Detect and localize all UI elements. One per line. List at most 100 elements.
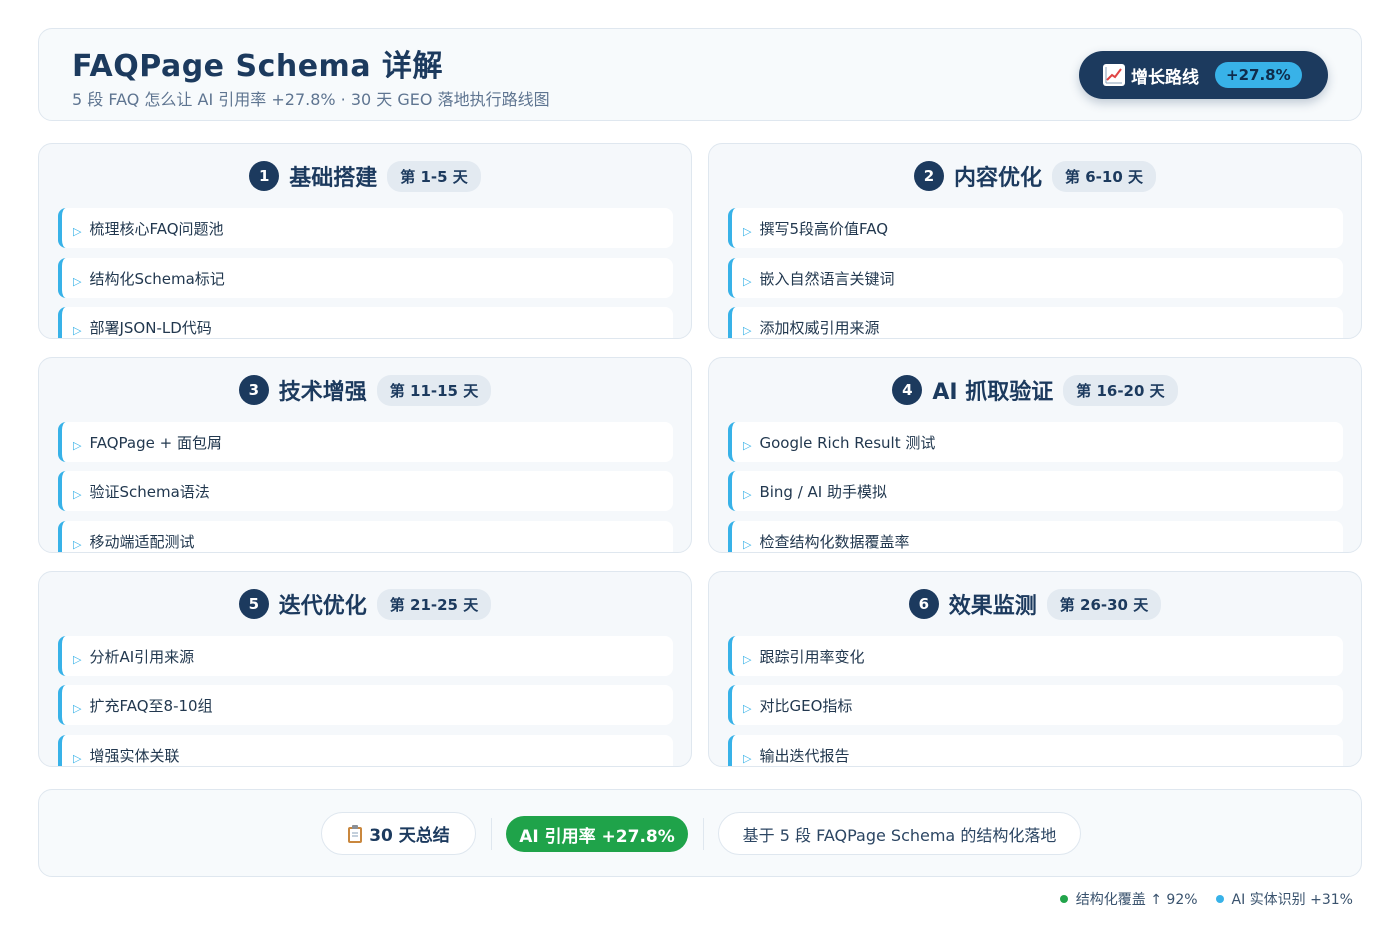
play-triangle-icon: ▷ <box>73 487 82 501</box>
legend-text: 结构化覆盖 ↑ 92% <box>1075 892 1198 908</box>
task-item: ▷ Bing / AI 助手模拟 <box>728 471 1343 511</box>
play-triangle-icon: ▷ <box>743 537 752 551</box>
phase-title: AI 抓取验证 <box>932 380 1054 405</box>
legend-item: AI 实体识别 +31% <box>1215 889 1353 909</box>
blue-dot-icon <box>1215 895 1224 903</box>
day-range-badge: 第 26-30 天 <box>1046 588 1162 620</box>
phase-card-4: 4 AI 抓取验证 第 16-20 天 ▷ Google Rich Result… <box>708 357 1362 553</box>
phase-header: 6 效果监测 第 26-30 天 <box>709 588 1361 620</box>
phase-number: 3 <box>238 375 269 405</box>
task-text: 验证Schema语法 <box>89 482 210 501</box>
growth-route-button[interactable]: 增长路线 +27.8% <box>1079 51 1328 99</box>
task-text: Bing / AI 助手模拟 <box>759 482 887 501</box>
play-triangle-icon: ▷ <box>743 487 752 501</box>
play-triangle-icon: ▷ <box>73 438 82 452</box>
play-triangle-icon: ▷ <box>743 701 752 715</box>
task-text: 部署JSON-LD代码 <box>89 318 212 337</box>
growth-value-badge: +27.8% <box>1215 62 1302 88</box>
growth-route-label: 增长路线 <box>1131 67 1199 88</box>
task-text: 输出迭代报告 <box>759 746 850 765</box>
play-triangle-icon: ▷ <box>743 751 752 765</box>
phase-number: 6 <box>908 589 939 619</box>
page-subtitle: 5 段 FAQ 怎么让 AI 引用率 +27.8% · 30 天 GEO 落地执… <box>72 90 550 109</box>
task-item: ▷ 增强实体关联 <box>58 735 673 766</box>
task-text: FAQPage + 面包屑 <box>89 433 222 452</box>
task-text: 跟踪引用率变化 <box>759 647 865 666</box>
divider <box>491 818 492 850</box>
task-text: 移动端适配测试 <box>89 532 195 551</box>
play-triangle-icon: ▷ <box>73 652 82 666</box>
citation-rate-badge: AI 引用率 +27.8% <box>506 816 688 852</box>
task-item: ▷ 嵌入自然语言关键词 <box>728 258 1343 298</box>
phase-card-6: 6 效果监测 第 26-30 天 ▷ 跟踪引用率变化 ▷ 对比GEO指标 ▷ 输… <box>708 571 1362 767</box>
play-triangle-icon: ▷ <box>73 323 82 337</box>
summary-label-pill: 30 天总结 <box>321 812 476 855</box>
task-item: ▷ 撰写5段高价值FAQ <box>728 208 1343 248</box>
metrics-legend: 结构化覆盖 ↑ 92% AI 实体识别 +31% <box>1059 889 1353 909</box>
phase-card-5: 5 迭代优化 第 21-25 天 ▷ 分析AI引用来源 ▷ 扩充FAQ至8-10… <box>38 571 692 767</box>
phase-header: 1 基础搭建 第 1-5 天 <box>39 160 691 192</box>
task-text: 增强实体关联 <box>89 746 180 765</box>
phase-number: 1 <box>249 161 280 191</box>
phase-header: 5 迭代优化 第 21-25 天 <box>39 588 691 620</box>
play-triangle-icon: ▷ <box>743 652 752 666</box>
play-triangle-icon: ▷ <box>743 438 752 452</box>
task-item: ▷ 检查结构化数据覆盖率 <box>728 521 1343 552</box>
task-item: ▷ FAQPage + 面包屑 <box>58 422 673 462</box>
phase-header: 3 技术增强 第 11-15 天 <box>39 374 691 406</box>
header-card: FAQPage Schema 详解 5 段 FAQ 怎么让 AI 引用率 +27… <box>38 28 1362 121</box>
green-dot-icon <box>1059 895 1068 903</box>
phase-card-1: 1 基础搭建 第 1-5 天 ▷ 梳理核心FAQ问题池 ▷ 结构化Schema标… <box>38 143 692 339</box>
legend-item: 结构化覆盖 ↑ 92% <box>1059 889 1198 909</box>
task-item: ▷ Google Rich Result 测试 <box>728 422 1343 462</box>
page-title: FAQPage Schema 详解 <box>72 49 444 84</box>
phase-title: 内容优化 <box>954 166 1043 191</box>
task-item: ▷ 跟踪引用率变化 <box>728 636 1343 676</box>
play-triangle-icon: ▷ <box>73 274 82 288</box>
task-item: ▷ 移动端适配测试 <box>58 521 673 552</box>
day-range-badge: 第 1-5 天 <box>387 160 481 192</box>
task-item: ▷ 结构化Schema标记 <box>58 258 673 298</box>
task-item: ▷ 梳理核心FAQ问题池 <box>58 208 673 248</box>
summary-card: 30 天总结 AI 引用率 +27.8% 基于 5 段 FAQPage Sche… <box>38 789 1362 877</box>
phase-number: 2 <box>914 161 944 191</box>
play-triangle-icon: ▷ <box>73 224 82 238</box>
phase-title: 技术增强 <box>278 380 367 405</box>
summary-label-text: 30 天总结 <box>369 826 450 846</box>
phase-header: 4 AI 抓取验证 第 16-20 天 <box>709 374 1361 406</box>
clipboard-icon <box>347 824 363 844</box>
task-item: ▷ 对比GEO指标 <box>728 685 1343 725</box>
day-range-badge: 第 21-25 天 <box>376 588 492 620</box>
day-range-badge: 第 11-15 天 <box>376 374 492 406</box>
phase-title: 效果监测 <box>948 594 1037 619</box>
task-item: ▷ 扩充FAQ至8-10组 <box>58 685 673 725</box>
day-range-badge: 第 6-10 天 <box>1052 160 1156 192</box>
task-text: 撰写5段高价值FAQ <box>759 219 889 238</box>
play-triangle-icon: ▷ <box>73 701 82 715</box>
task-item: ▷ 验证Schema语法 <box>58 471 673 511</box>
task-item: ▷ 添加权威引用来源 <box>728 307 1343 338</box>
divider <box>703 818 704 850</box>
task-text: 检查结构化数据覆盖率 <box>759 532 910 551</box>
task-text: 分析AI引用来源 <box>89 647 195 666</box>
task-text: Google Rich Result 测试 <box>759 433 936 452</box>
task-item: ▷ 输出迭代报告 <box>728 735 1343 766</box>
phase-number: 4 <box>892 375 923 405</box>
play-triangle-icon: ▷ <box>743 323 752 337</box>
play-triangle-icon: ▷ <box>73 751 82 765</box>
task-item: ▷ 分析AI引用来源 <box>58 636 673 676</box>
play-triangle-icon: ▷ <box>743 274 752 288</box>
phase-number: 5 <box>238 589 269 619</box>
task-text: 结构化Schema标记 <box>89 269 225 288</box>
play-triangle-icon: ▷ <box>743 224 752 238</box>
task-text: 嵌入自然语言关键词 <box>759 269 895 288</box>
phase-card-2: 2 内容优化 第 6-10 天 ▷ 撰写5段高价值FAQ ▷ 嵌入自然语言关键词… <box>708 143 1362 339</box>
phase-title: 迭代优化 <box>278 594 367 619</box>
task-text: 对比GEO指标 <box>759 696 853 715</box>
phase-title: 基础搭建 <box>289 166 378 191</box>
task-text: 扩充FAQ至8-10组 <box>89 696 213 715</box>
task-text: 梳理核心FAQ问题池 <box>89 219 224 238</box>
task-text: 添加权威引用来源 <box>759 318 880 337</box>
summary-description-pill: 基于 5 段 FAQPage Schema 的结构化落地 <box>718 812 1081 855</box>
task-item: ▷ 部署JSON-LD代码 <box>58 307 673 338</box>
